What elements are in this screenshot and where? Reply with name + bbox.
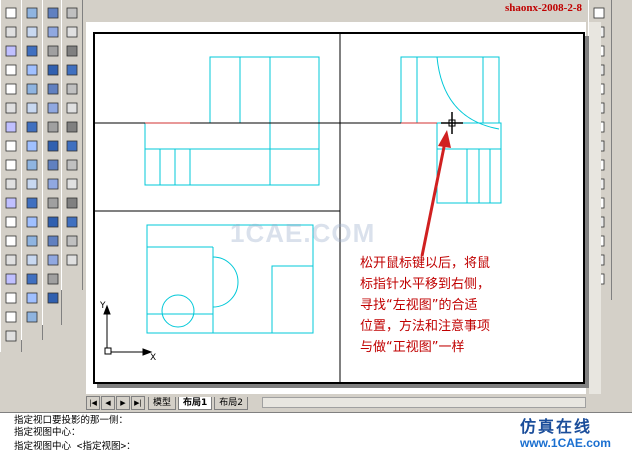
cone-icon[interactable] [46, 25, 60, 39]
extrude-icon[interactable] [4, 82, 18, 96]
command-prompt-line[interactable]: 指定视图中心 <指定视图>： [14, 441, 136, 453]
section-icon[interactable] [25, 139, 39, 153]
slice-icon[interactable] [25, 120, 39, 134]
annotation-line: 松开鼠标键以后，将鼠 [360, 256, 491, 271]
tab-layout2[interactable]: 布局2 [214, 396, 249, 410]
ucs-x-label: X [150, 353, 156, 363]
subtract-icon[interactable] [25, 177, 39, 191]
sphere-icon[interactable] [65, 6, 79, 20]
intersect-icon[interactable] [25, 196, 39, 210]
command-history-line: 指定视口要投影的那一侧： [14, 415, 129, 426]
horizontal-scrollbar[interactable] [262, 397, 586, 408]
subtract-icon[interactable] [4, 177, 18, 191]
section-icon[interactable] [46, 139, 60, 153]
annotation-line: 寻找“左视图”的合适 [360, 298, 478, 313]
annotation-text: 松开鼠标键以后，将鼠 标指针水平移到右侧， 寻找“左视图”的合适 位置，方法和注… [360, 253, 565, 358]
orbit-icon[interactable] [4, 234, 18, 248]
torus-icon[interactable] [65, 63, 79, 77]
union-icon[interactable] [65, 158, 79, 172]
last-tab-button[interactable]: ▶| [131, 396, 145, 410]
slice-icon[interactable] [4, 120, 18, 134]
render-icon[interactable] [25, 272, 39, 286]
wedge-icon[interactable] [4, 44, 18, 58]
extrude-icon[interactable] [46, 82, 60, 96]
slice-icon[interactable] [46, 120, 60, 134]
shade-icon[interactable] [4, 253, 18, 267]
toolbar-left-2 [21, 0, 43, 340]
ucs-icon [103, 304, 153, 356]
union-icon[interactable] [25, 158, 39, 172]
torus-icon[interactable] [25, 63, 39, 77]
wedge-icon[interactable] [65, 44, 79, 58]
tab-layout1[interactable]: 布局1 [178, 396, 213, 410]
sphere-icon[interactable] [46, 6, 60, 20]
orbit-icon[interactable] [25, 234, 39, 248]
cone-icon[interactable] [4, 25, 18, 39]
line-icon[interactable] [4, 329, 18, 343]
torus-icon[interactable] [4, 63, 18, 77]
crosshair-cursor [441, 112, 463, 134]
subtract-icon[interactable] [65, 177, 79, 191]
cone-icon[interactable] [25, 25, 39, 39]
intersect-icon[interactable] [4, 196, 18, 210]
layer-icon[interactable] [46, 291, 60, 305]
command-history-line: 指定视图中心： [14, 427, 81, 438]
annotation-line: 标指针水平移到右侧， [360, 277, 491, 292]
shade-icon[interactable] [25, 253, 39, 267]
intersect-icon[interactable] [65, 196, 79, 210]
properties-icon[interactable] [4, 310, 18, 324]
sphere-icon[interactable] [4, 6, 18, 20]
view-icon[interactable] [46, 215, 60, 229]
render-icon[interactable] [46, 272, 60, 286]
watermark: 1CAE.COM [230, 218, 376, 248]
render-icon[interactable] [4, 272, 18, 286]
section-icon[interactable] [65, 139, 79, 153]
view-icon[interactable] [4, 215, 18, 229]
cone-icon[interactable] [65, 25, 79, 39]
properties-icon[interactable] [25, 310, 39, 324]
wedge-icon[interactable] [46, 44, 60, 58]
prev-tab-button[interactable]: ◀ [101, 396, 115, 410]
brand-url: www.1CAE.com [520, 436, 611, 450]
toolbar-left-4 [61, 0, 83, 290]
next-tab-button[interactable]: ▶ [116, 396, 130, 410]
front-view [144, 56, 320, 186]
extrude-icon[interactable] [65, 82, 79, 96]
tab-model[interactable]: 模型 [148, 396, 177, 410]
layer-icon[interactable] [4, 291, 18, 305]
torus-icon[interactable] [46, 63, 60, 77]
subtract-icon[interactable] [46, 177, 60, 191]
toolbar-left-3 [42, 0, 62, 325]
toolbar-left-1 [0, 0, 22, 352]
revolve-icon[interactable] [25, 101, 39, 115]
annotation-line: 位置，方法和注意事项 [360, 319, 491, 334]
wedge-icon[interactable] [25, 44, 39, 58]
orbit-icon[interactable] [65, 234, 79, 248]
revolve-icon[interactable] [4, 101, 18, 115]
revolve-icon[interactable] [46, 101, 60, 115]
orbit-icon[interactable] [46, 234, 60, 248]
paper-shadow-bottom [97, 384, 589, 388]
shade-icon[interactable] [65, 253, 79, 267]
union-icon[interactable] [4, 158, 18, 172]
shade-icon[interactable] [46, 253, 60, 267]
revolve-icon[interactable] [65, 101, 79, 115]
view-icon[interactable] [25, 215, 39, 229]
sphere-icon[interactable] [592, 6, 606, 20]
sphere-icon[interactable] [25, 6, 39, 20]
layer-icon[interactable] [25, 291, 39, 305]
extrude-icon[interactable] [25, 82, 39, 96]
ucs-y-label: Y [99, 301, 106, 311]
left-view [400, 56, 502, 204]
union-icon[interactable] [46, 158, 60, 172]
author-date-title: shaonx-2008-2-8 [505, 2, 583, 14]
first-tab-button[interactable]: |◀ [86, 396, 100, 410]
intersect-icon[interactable] [46, 196, 60, 210]
annotation-line: 与做“正视图”一样 [360, 340, 465, 355]
vertical-scrollbar[interactable] [589, 22, 601, 394]
brand-name: 仿真在线 [520, 417, 593, 436]
section-icon[interactable] [4, 139, 18, 153]
slice-icon[interactable] [65, 120, 79, 134]
view-icon[interactable] [65, 215, 79, 229]
